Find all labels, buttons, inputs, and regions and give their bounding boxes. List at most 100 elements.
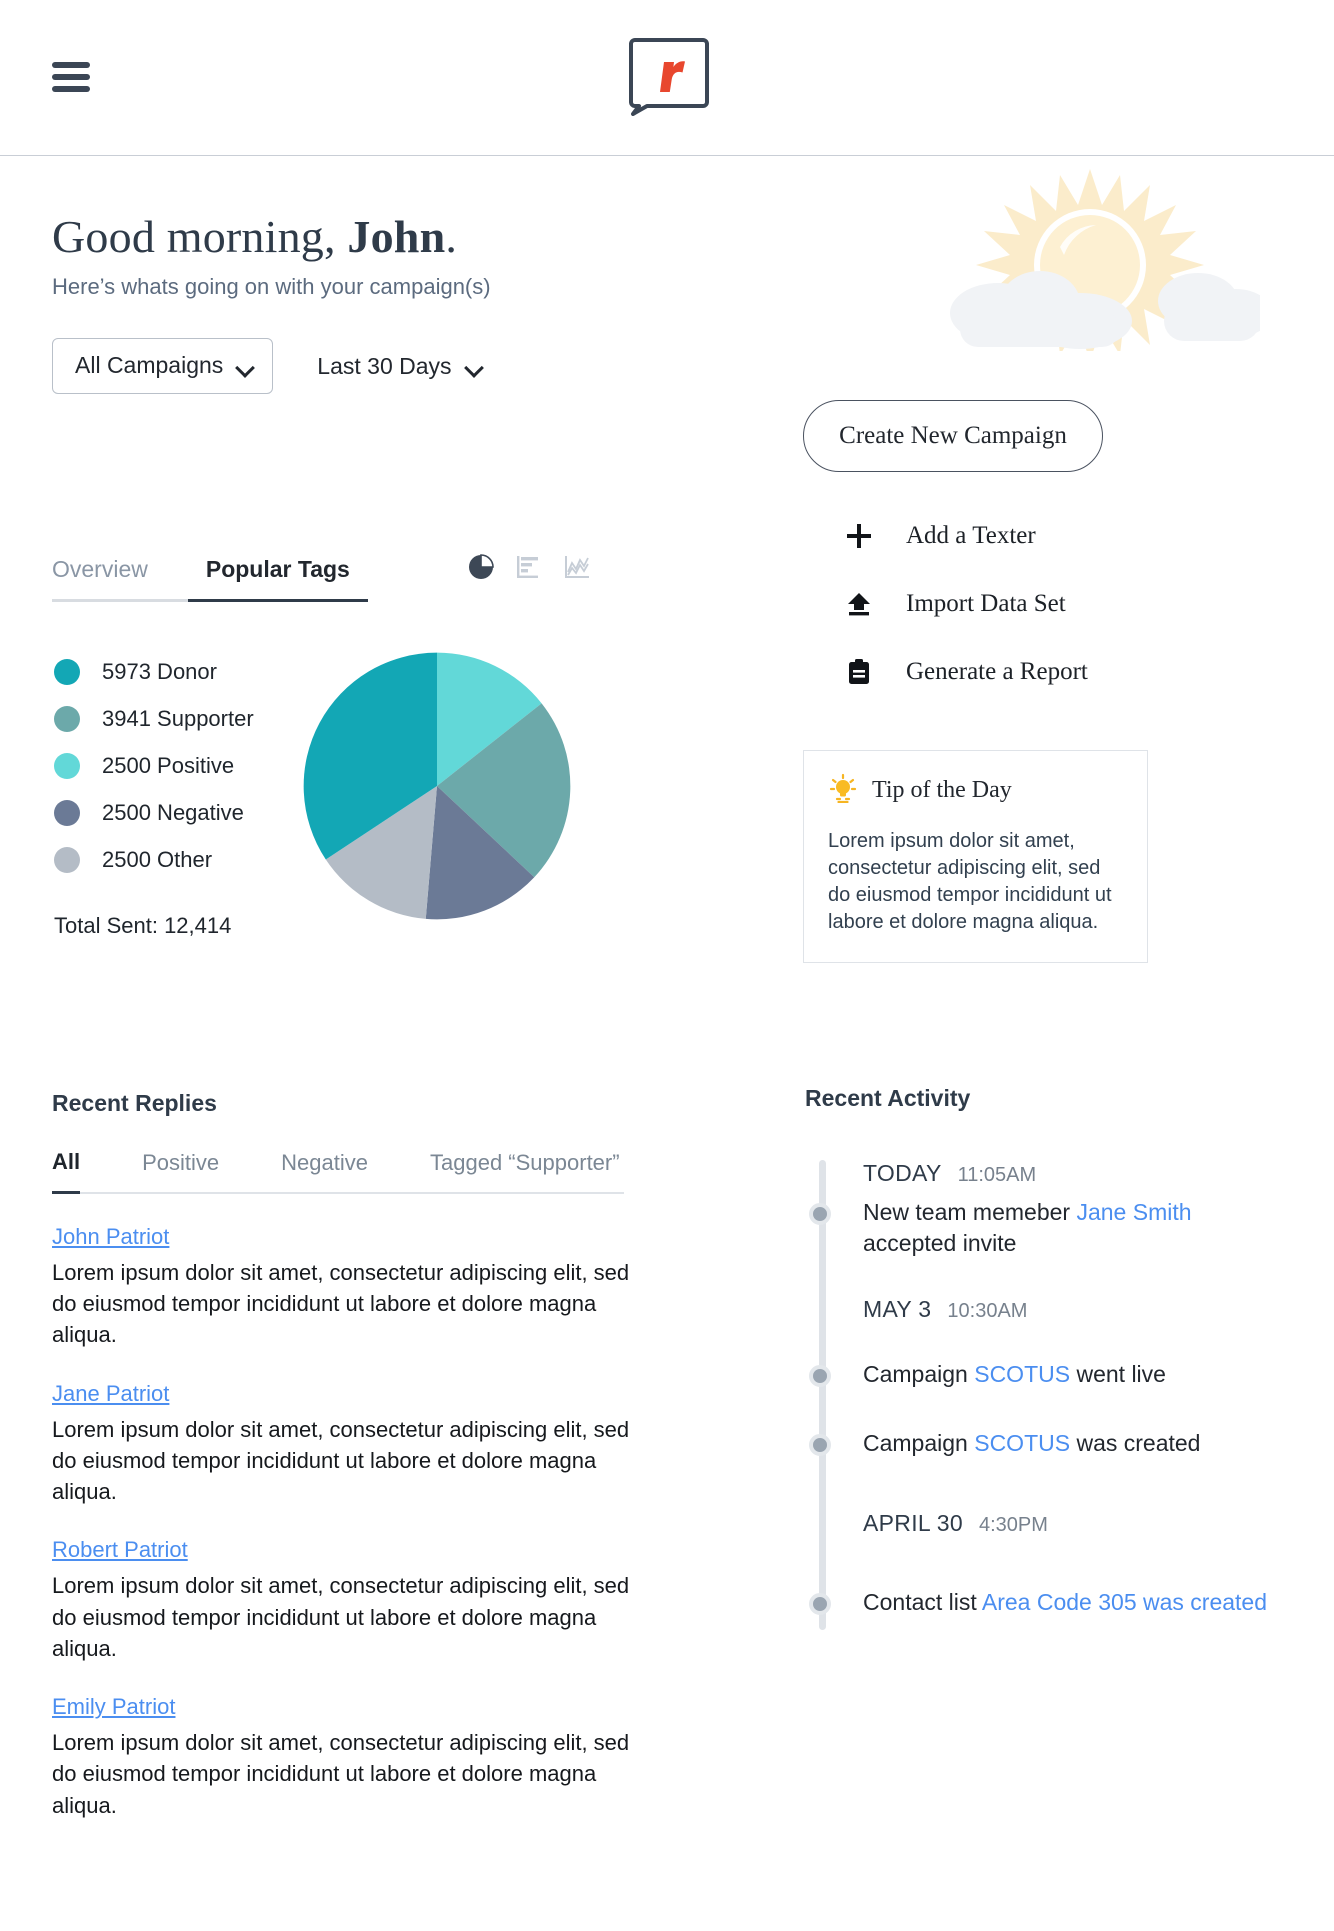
create-new-campaign-button[interactable]: Create New Campaign (803, 400, 1103, 472)
tip-header: Tip of the Day (828, 773, 1123, 808)
legend-item: 5973 Donor (54, 648, 254, 695)
timeline-date: TODAY (863, 1160, 942, 1186)
add-a-texter-label: Add a Texter (906, 522, 1036, 549)
chart-body: 5973 Donor 3941 Supporter 2500 Positive … (52, 648, 632, 948)
greeting-suffix: . (445, 211, 458, 262)
generate-a-report-label: Generate a Report (906, 658, 1088, 685)
timeline-node (809, 1593, 831, 1616)
legend-swatch-donor (54, 658, 80, 685)
date-range-select[interactable]: Last 30 Days (317, 353, 482, 380)
tip-of-the-day-card: Tip of the Day Lorem ipsum dolor sit ame… (803, 750, 1148, 963)
reply-author-link[interactable]: Emily Patriot (52, 1694, 175, 1719)
hamburger-menu-icon[interactable] (52, 62, 90, 92)
activity-text: Campaign SCOTUS went live (863, 1359, 1275, 1390)
total-sent-label: Total Sent: 12,414 (54, 913, 232, 938)
legend-swatch-negative (54, 799, 80, 826)
bar-chart-icon[interactable] (516, 554, 542, 580)
timeline-node (809, 1365, 831, 1388)
recent-replies-tabs: All Positive Negative Tagged “Supporter” (52, 1149, 624, 1194)
activity-text: New team memeber Jane Smith accepted inv… (863, 1197, 1275, 1258)
activity-link[interactable]: Area Code 305 was created (982, 1589, 1267, 1615)
timeline-node (809, 1203, 831, 1225)
reply-text: Lorem ipsum dolor sit amet, consectetur … (52, 1416, 630, 1505)
list-item: Emily Patriot Lorem ipsum dolor sit amet… (52, 1694, 632, 1821)
legend-label-negative: 2500 Negative (102, 799, 244, 825)
timeline-time: 10:30AM (947, 1300, 1028, 1323)
activity-timeline: TODAY 11:05AM New team memeber Jane Smit… (805, 1160, 1275, 1630)
tab-positive[interactable]: Positive (142, 1150, 219, 1192)
legend-item: 2500 Other (54, 836, 254, 883)
chart-header: Overview Popular Tags (52, 554, 632, 616)
legend-label-donor: 5973 Donor (102, 658, 217, 684)
greeting-prefix: Good morning, (52, 211, 348, 262)
activity-pre: Campaign (863, 1429, 975, 1456)
add-a-texter-action[interactable]: Add a Texter (800, 502, 1230, 570)
tab-all[interactable]: All (52, 1149, 81, 1194)
greeting-name: John (347, 211, 446, 262)
chevron-down-icon (237, 361, 254, 371)
timeline-node (809, 1433, 831, 1456)
list-item: John Patriot Lorem ipsum dolor sit amet,… (52, 1224, 632, 1351)
timeline-date: APRIL 30 (863, 1510, 963, 1537)
activity-link[interactable]: Jane Smith (1076, 1199, 1191, 1225)
activity-pre: New team memeber (863, 1199, 1077, 1225)
list-item: Contact list Area Code 305 was created (809, 1587, 1275, 1618)
reply-text: Lorem ipsum dolor sit amet, consectetur … (52, 1573, 630, 1661)
speech-bubble-logo[interactable] (627, 34, 711, 116)
campaign-select[interactable]: All Campaigns (52, 338, 274, 394)
activity-post: was created (1070, 1429, 1201, 1456)
import-data-set-label: Import Data Set (906, 590, 1066, 617)
right-sidebar: Create New Campaign Add a Texter Import … (800, 400, 1230, 963)
list-item: Campaign SCOTUS was created (809, 1428, 1275, 1459)
list-item: Campaign SCOTUS went live (809, 1359, 1275, 1390)
chart-view-switcher (468, 554, 590, 580)
tip-body: Lorem ipsum dolor sit amet, consectetur … (828, 830, 1112, 933)
activity-pre: Campaign (863, 1361, 975, 1388)
upload-icon (842, 590, 876, 618)
recent-activity-section: Recent Activity TODAY 11:05AM New team m… (805, 1085, 1275, 1630)
pie-chart (297, 646, 577, 931)
reply-text: Lorem ipsum dolor sit amet, consectetur … (52, 1260, 630, 1348)
recent-replies-title: Recent Replies (52, 1090, 217, 1116)
chart-legend: 5973 Donor 3941 Supporter 2500 Positive … (54, 648, 254, 883)
sun-with-clouds-icon (920, 161, 1272, 361)
legend-label-supporter: 3941 Supporter (102, 705, 254, 731)
tab-overview[interactable]: Overview (52, 556, 188, 602)
activity-pre: Contact list (863, 1589, 982, 1616)
recent-activity-title: Recent Activity (805, 1085, 971, 1111)
legend-label-positive: 2500 Positive (102, 752, 235, 778)
clipboard-icon (842, 658, 876, 686)
page-title: Good morning, John. (52, 211, 458, 263)
recent-replies-section: Recent Replies All Positive Negative Tag… (52, 1090, 632, 1821)
tab-tagged-supporter[interactable]: Tagged “Supporter” (430, 1150, 620, 1192)
legend-item: 3941 Supporter (54, 695, 254, 742)
reply-author-link[interactable]: Jane Patriot (52, 1381, 169, 1406)
pie-chart-icon[interactable] (468, 554, 494, 580)
activity-link[interactable]: SCOTUS (974, 1430, 1070, 1456)
activity-text: Campaign SCOTUS was created (863, 1428, 1275, 1459)
legend-item: 2500 Negative (54, 789, 254, 836)
tab-negative[interactable]: Negative (281, 1150, 368, 1192)
list-item: New team memeber Jane Smith accepted inv… (809, 1197, 1275, 1258)
line-chart-icon[interactable] (564, 554, 590, 580)
generate-a-report-action[interactable]: Generate a Report (800, 638, 1230, 706)
list-item: Robert Patriot Lorem ipsum dolor sit ame… (52, 1537, 632, 1664)
legend-swatch-supporter (54, 705, 80, 732)
date-range-label: Last 30 Days (317, 352, 452, 379)
activity-link[interactable]: SCOTUS (974, 1361, 1070, 1387)
activity-post: accepted invite (863, 1229, 1017, 1256)
reply-author-link[interactable]: Robert Patriot (52, 1537, 188, 1562)
timeline-time: 4:30PM (979, 1514, 1048, 1537)
plus-icon (842, 522, 876, 550)
legend-item: 2500 Positive (54, 742, 254, 789)
timeline-time: 11:05AM (957, 1164, 1037, 1186)
legend-swatch-other (54, 846, 80, 873)
tab-popular-tags[interactable]: Popular Tags (187, 556, 368, 602)
filter-bar: All Campaigns Last 30 Days (52, 338, 483, 394)
timeline-date: MAY 3 (863, 1296, 932, 1323)
timeline-track (819, 1160, 826, 1630)
import-data-set-action[interactable]: Import Data Set (800, 570, 1230, 638)
page-subtitle: Here’s whats going on with your campaign… (52, 274, 491, 299)
lightbulb-icon (828, 773, 858, 808)
reply-author-link[interactable]: John Patriot (52, 1224, 169, 1249)
